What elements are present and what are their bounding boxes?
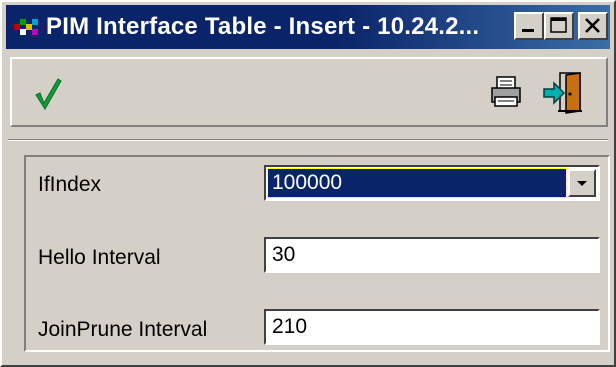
maximize-button[interactable] — [544, 12, 574, 40]
printer-icon — [491, 76, 521, 107]
app-icon — [14, 16, 40, 38]
separator — [8, 139, 608, 141]
exit-button[interactable] — [540, 67, 592, 119]
apply-button[interactable] — [22, 67, 74, 119]
toolbar — [10, 57, 608, 127]
exit-door-icon — [543, 72, 582, 114]
hello-interval-label: Hello Interval — [38, 246, 161, 269]
dropdown-button[interactable] — [568, 169, 596, 197]
hello-interval-field[interactable] — [264, 237, 600, 273]
joinprune-interval-label: JoinPrune Interval — [38, 318, 208, 341]
print-button[interactable] — [482, 67, 534, 119]
dialog-window: PIM Interface Table - Insert - 10.24.2..… — [0, 0, 616, 367]
ifindex-selected-value[interactable]: 100000 — [267, 168, 567, 198]
ifindex-label: IfIndex — [38, 173, 102, 196]
maximize-icon — [550, 17, 567, 33]
form-panel: IfIndex 100000 Hello Interval JoinPrune … — [24, 155, 610, 352]
title-bar[interactable]: PIM Interface Table - Insert - 10.24.2..… — [6, 5, 610, 49]
minimize-button[interactable] — [514, 12, 544, 40]
close-button[interactable] — [578, 12, 608, 40]
chevron-down-icon — [577, 181, 587, 186]
window-title: PIM Interface Table - Insert - 10.24.2..… — [46, 13, 480, 40]
minimize-icon — [522, 29, 534, 32]
joinprune-interval-field[interactable] — [264, 309, 600, 345]
close-icon — [585, 18, 600, 33]
checkmark-icon — [35, 78, 62, 110]
ifindex-dropdown[interactable]: 100000 — [264, 165, 600, 201]
